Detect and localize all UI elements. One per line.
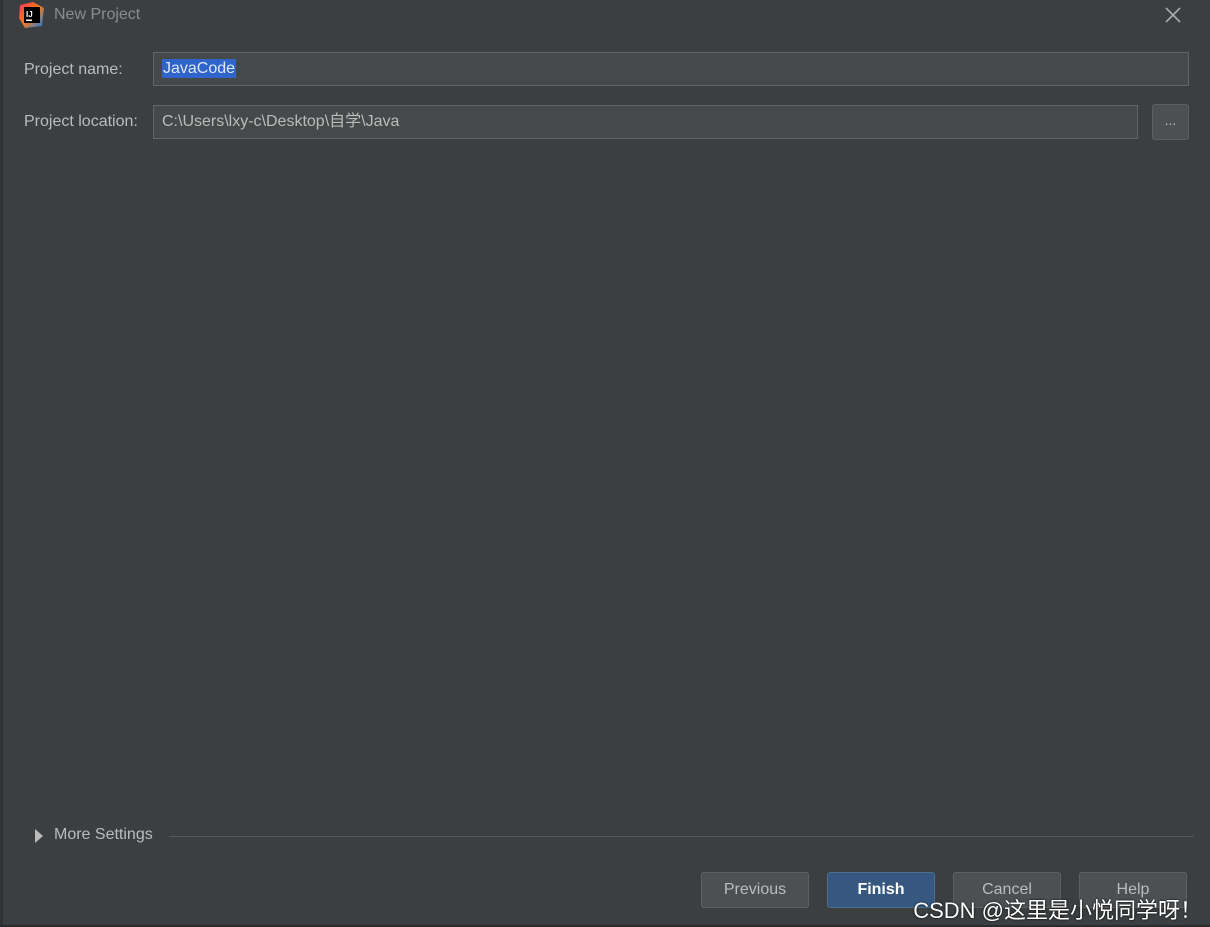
project-location-value: C:\Users\lxy-c\Desktop\自学\Java [162, 113, 400, 130]
previous-button[interactable]: Previous [701, 872, 809, 908]
new-project-dialog: IJ New Project Project name: JavaCode Pr… [0, 0, 1210, 927]
more-settings-label: More Settings [54, 826, 153, 843]
triangle-right-icon [35, 829, 43, 843]
app-icon-text: IJ [26, 10, 33, 19]
title-bar: IJ New Project [3, 0, 1210, 30]
browse-button[interactable]: ... [1152, 104, 1189, 140]
project-name-value: JavaCode [162, 59, 237, 78]
watermark: CSDN @这里是小悦同学呀！ [913, 898, 1202, 923]
separator [169, 836, 1194, 837]
project-location-label: Project location: [24, 113, 138, 130]
project-name-label: Project name: [24, 61, 123, 78]
window-title: New Project [54, 6, 141, 23]
project-name-input[interactable]: JavaCode [153, 52, 1189, 86]
close-icon[interactable] [1162, 4, 1184, 26]
intellij-idea-icon: IJ [19, 2, 44, 28]
project-location-input[interactable]: C:\Users\lxy-c\Desktop\自学\Java [153, 105, 1138, 139]
